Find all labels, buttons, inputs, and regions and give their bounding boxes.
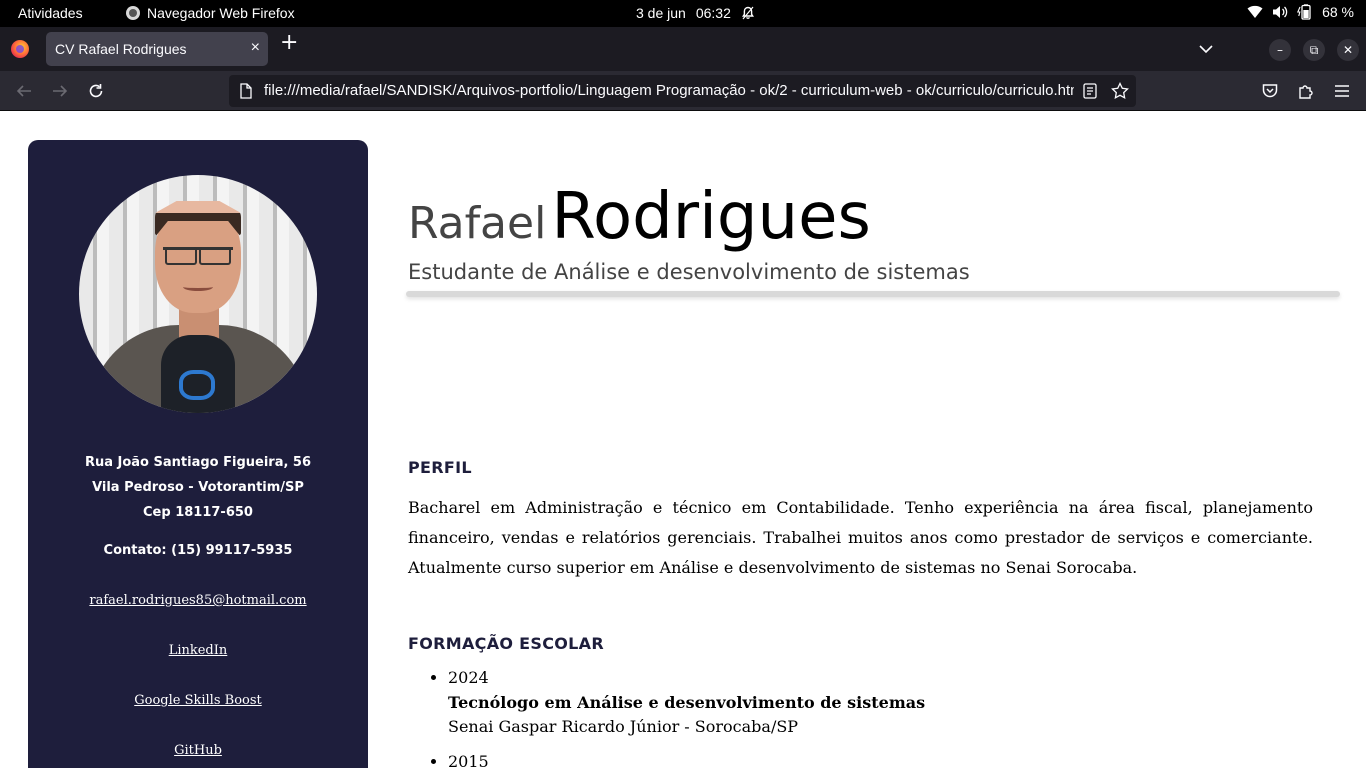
forward-arrow-icon[interactable] xyxy=(50,81,70,101)
education-item: 2024 Tecnólogo em Análise e desenvolvime… xyxy=(448,666,925,740)
app-name: Navegador Web Firefox xyxy=(147,5,295,21)
email-link-wrapper: rafael.rodrigues85@hotmail.com xyxy=(28,593,368,608)
volume-icon xyxy=(1273,6,1288,18)
url-text[interactable]: file:///media/rafael/SANDISK/Arquivos-po… xyxy=(264,82,1074,99)
email-link[interactable]: rafael.rodrigues85@hotmail.com xyxy=(89,593,306,608)
perfil-text: Bacharel em Administração e técnico em C… xyxy=(408,498,1313,577)
reader-view-icon[interactable] xyxy=(1083,83,1097,99)
tab-cv[interactable]: CV Rafael Rodrigues × xyxy=(46,32,268,66)
restore-window-button[interactable]: ⧉ xyxy=(1303,39,1325,61)
tab-title: CV Rafael Rodrigues xyxy=(55,41,187,57)
back-arrow-icon[interactable] xyxy=(14,81,34,101)
reload-icon[interactable] xyxy=(86,81,106,101)
battery-percent: 68 % xyxy=(1322,4,1354,20)
address-block: Rua João Santiago Figueira, 56 Vila Pedr… xyxy=(28,450,368,525)
first-name: Rafael xyxy=(408,198,547,249)
formacao-heading: FORMAÇÃO ESCOLAR xyxy=(408,634,604,653)
system-top-bar: Atividades Navegador Web Firefox 3 de ju… xyxy=(0,0,1366,27)
page-icon xyxy=(240,83,252,99)
education-year: 2024 xyxy=(448,668,489,687)
bell-icon xyxy=(741,6,754,20)
battery-charging-icon xyxy=(1297,4,1311,20)
contact-phone: Contato: (15) 99117-5935 xyxy=(103,543,293,558)
close-tab-icon[interactable]: × xyxy=(251,39,260,57)
linkedin-link[interactable]: LinkedIn xyxy=(169,643,228,658)
last-name: Rodrigues xyxy=(551,180,871,254)
chevron-down-icon[interactable] xyxy=(1198,41,1214,57)
date-label: 3 de jun xyxy=(636,5,686,21)
job-subtitle: Estudante de Análise e desenvolvimento d… xyxy=(408,260,970,284)
close-window-button[interactable]: ✕ xyxy=(1337,39,1359,61)
linkedin-link-wrapper: LinkedIn xyxy=(28,643,368,658)
page-title: Rafael Rodrigues xyxy=(408,180,871,254)
time-label: 06:32 xyxy=(695,5,731,21)
header-divider xyxy=(406,291,1340,297)
github-link-wrapper: GitHub xyxy=(28,743,368,758)
education-degree: Tecnólogo em Análise e desenvolvimento d… xyxy=(448,692,926,712)
url-bar[interactable]: file:///media/rafael/SANDISK/Arquivos-po… xyxy=(229,75,1136,107)
profile-photo xyxy=(79,175,317,413)
education-year: 2015 xyxy=(448,751,489,768)
google-skills-link[interactable]: Google Skills Boost xyxy=(134,693,262,708)
app-menu[interactable]: Navegador Web Firefox xyxy=(126,5,295,21)
activities-button[interactable]: Atividades xyxy=(18,5,83,21)
wifi-icon xyxy=(1247,5,1263,19)
github-link[interactable]: GitHub xyxy=(174,743,222,758)
bookmark-star-icon[interactable] xyxy=(1111,82,1129,100)
pocket-icon[interactable] xyxy=(1260,81,1280,101)
address-line: Vila Pedroso - Votorantim/SP xyxy=(92,480,304,495)
navigation-toolbar: file:///media/rafael/SANDISK/Arquivos-po… xyxy=(0,71,1366,111)
firefox-app-icon xyxy=(126,6,140,20)
google-skills-link-wrapper: Google Skills Boost xyxy=(28,693,368,708)
new-tab-button[interactable]: + xyxy=(280,32,298,54)
hamburger-menu-icon[interactable] xyxy=(1332,81,1352,101)
address-line: Cep 18117-650 xyxy=(143,505,253,520)
clock[interactable]: 3 de jun 06:32 xyxy=(636,5,755,21)
perfil-heading: PERFIL xyxy=(408,458,472,477)
address-line: Rua João Santiago Figueira, 56 xyxy=(84,455,312,470)
minimize-window-button[interactable]: – xyxy=(1269,39,1291,61)
system-tray[interactable]: 68 % xyxy=(1247,4,1354,20)
tab-strip: CV Rafael Rodrigues × xyxy=(0,27,1366,71)
extensions-icon[interactable] xyxy=(1296,81,1316,101)
education-item: 2015 xyxy=(448,750,925,768)
cv-sidebar: Rua João Santiago Figueira, 56 Vila Pedr… xyxy=(28,140,368,768)
firefox-view-icon[interactable] xyxy=(11,40,29,58)
education-list: 2024 Tecnólogo em Análise e desenvolvime… xyxy=(430,666,925,768)
education-school: Senai Gaspar Ricardo Júnior - Sorocaba/S… xyxy=(448,717,799,736)
